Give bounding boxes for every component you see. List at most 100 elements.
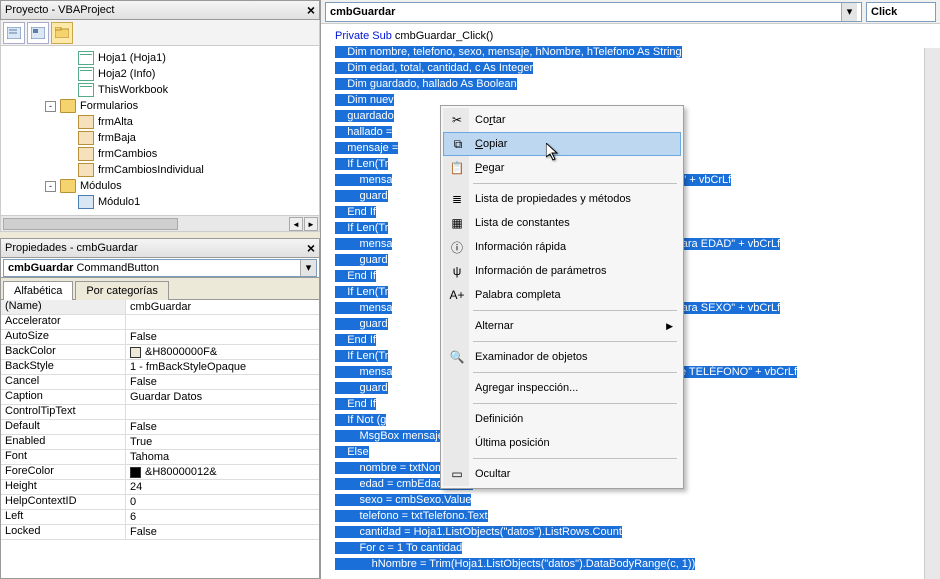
menu-item[interactable]: ✂Cortar [443,108,681,132]
procedure-combo[interactable]: Click [866,2,936,22]
property-value[interactable]: False [126,420,319,434]
property-name: Cancel [1,375,126,389]
toggle-folders-button[interactable] [51,22,73,44]
property-row[interactable]: (Name)cmbGuardar [1,300,319,315]
form-icon [78,115,94,129]
property-value[interactable]: False [126,330,319,344]
code-line: For c = 1 To cantidad [335,540,940,556]
property-name: Font [1,450,126,464]
property-row[interactable]: CaptionGuardar Datos [1,390,319,405]
menu-item[interactable]: Última posición [443,431,681,455]
property-row[interactable]: DefaultFalse [1,420,319,435]
menu-item[interactable]: ▦Lista de constantes [443,211,681,235]
property-value[interactable] [126,315,319,329]
worksheet-icon [78,67,94,81]
property-row[interactable]: ControlTipText [1,405,319,420]
property-row[interactable]: HelpContextID0 [1,495,319,510]
menu-item[interactable]: A+Palabra completa [443,283,681,307]
tree-node[interactable]: ThisWorkbook [1,82,319,98]
tab-categorized[interactable]: Por categorías [75,281,169,300]
menu-item[interactable]: ⧉Copiar [443,132,681,156]
tab-alphabetic[interactable]: Alfabética [3,281,73,300]
code-line: Dim edad, total, cantidad, c As Integer [335,60,940,76]
expand-icon[interactable]: - [45,101,56,112]
property-value[interactable]: 1 - fmBackStyleOpaque [126,360,319,374]
project-hscroll[interactable]: ◄ ► [0,216,320,232]
property-row[interactable]: BackStyle1 - fmBackStyleOpaque [1,360,319,375]
procedure-combo-text: Click [871,6,897,18]
property-row[interactable]: FontTahoma [1,450,319,465]
scroll-right-icon[interactable]: ► [304,217,318,231]
view-object-button[interactable] [27,22,49,44]
menu-item[interactable]: ≣Lista de propiedades y métodos [443,187,681,211]
property-value[interactable]: False [126,525,319,539]
property-value[interactable]: 6 [126,510,319,524]
property-row[interactable]: CancelFalse [1,375,319,390]
project-tree[interactable]: Hoja1 (Hoja1) Hoja2 (Info)ThisWorkbook-Fo… [0,46,320,216]
properties-grid[interactable]: (Name)cmbGuardarAcceleratorAutoSizeFalse… [0,300,320,579]
expand-icon[interactable]: - [45,181,56,192]
property-name: HelpContextID [1,495,126,509]
menu-item-label: Información rápida [475,241,566,253]
property-value[interactable]: Guardar Datos [126,390,319,404]
code-vscroll[interactable] [924,48,940,579]
tree-node[interactable]: frmBaja [1,130,319,146]
menu-item[interactable]: 🔍Examinador de objetos [443,345,681,369]
menu-item-label: Copiar [475,138,507,150]
tree-node[interactable]: Hoja1 (Hoja1) [1,50,319,66]
property-row[interactable]: AutoSizeFalse [1,330,319,345]
menu-separator [473,310,677,311]
property-value[interactable]: &H80000012& [126,465,319,479]
menu-separator [473,372,677,373]
project-panel-title: Proyecto - VBAProject × [0,0,320,20]
tree-node-label: Hoja1 (Hoja1) [98,52,166,64]
property-row[interactable]: Height24 [1,480,319,495]
tree-node[interactable]: -Módulos [1,178,319,194]
code-line: Dim nombre, telefono, sexo, mensaje, hNo… [335,44,940,60]
menu-item[interactable]: Definición [443,407,681,431]
object-combo-text: cmbGuardar [330,6,395,18]
object-combo[interactable]: cmbGuardar ▾ [325,2,862,22]
property-row[interactable]: Left6 [1,510,319,525]
property-value[interactable]: Tahoma [126,450,319,464]
scroll-left-icon[interactable]: ◄ [289,217,303,231]
property-row[interactable]: LockedFalse [1,525,319,540]
property-value[interactable]: 0 [126,495,319,509]
menu-item[interactable]: Agregar inspección... [443,376,681,400]
property-value[interactable]: True [126,435,319,449]
chevron-down-icon[interactable]: ▾ [841,3,857,21]
menu-item[interactable]: ψInformación de parámetros [443,259,681,283]
menu-item-label: Información de parámetros [475,265,606,277]
properties-close-icon[interactable]: × [307,240,315,256]
chevron-down-icon[interactable]: ▾ [300,260,316,276]
view-code-button[interactable] [3,22,25,44]
property-value[interactable]: False [126,375,319,389]
menu-item[interactable]: 📋Pegar [443,156,681,180]
tree-node[interactable]: -Formularios [1,98,319,114]
project-title-text: Proyecto - VBAProject [5,4,114,16]
tree-node[interactable]: Módulo1 [1,194,319,210]
property-value[interactable]: 24 [126,480,319,494]
tree-node[interactable]: frmCambiosIndividual [1,162,319,178]
property-value[interactable] [126,405,319,419]
menu-item[interactable]: Alternar▶ [443,314,681,338]
property-row[interactable]: Accelerator [1,315,319,330]
properties-object-selector[interactable]: cmbGuardar CommandButton ▾ [0,258,320,278]
property-value[interactable]: &H8000000F& [126,345,319,359]
property-row[interactable]: EnabledTrue [1,435,319,450]
tree-node-label: frmCambiosIndividual [98,164,204,176]
property-value[interactable]: cmbGuardar [126,300,319,314]
project-close-icon[interactable]: × [307,2,315,18]
menu-item-label: Alternar [475,320,514,332]
menu-item-icon: ≣ [448,190,466,208]
property-row[interactable]: ForeColor&H80000012& [1,465,319,480]
menu-item-icon: 📋 [448,159,466,177]
tree-node[interactable]: frmAlta [1,114,319,130]
tree-node[interactable]: Hoja2 (Info) [1,66,319,82]
property-row[interactable]: BackColor&H8000000F& [1,345,319,360]
menu-item[interactable]: ▭Ocultar [443,462,681,486]
folder-icon [60,99,76,113]
tree-node[interactable]: frmCambios [1,146,319,162]
scroll-thumb[interactable] [3,218,178,230]
menu-item[interactable]: ⓘInformación rápida [443,235,681,259]
